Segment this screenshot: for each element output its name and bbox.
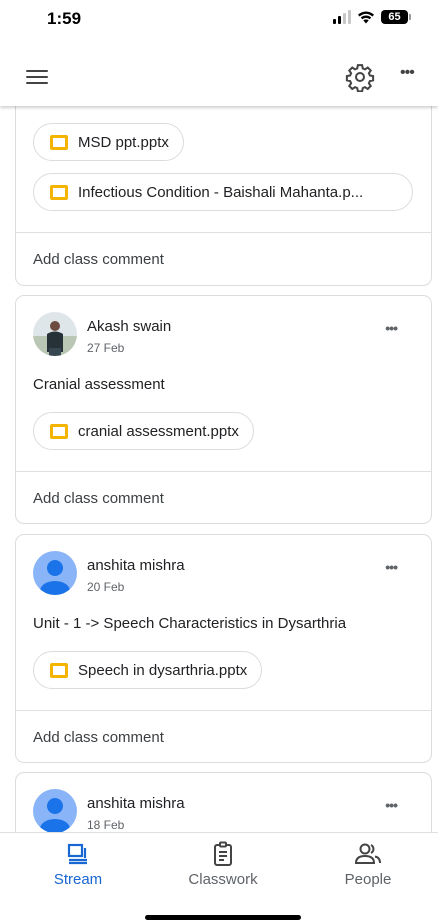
status-time: 1:59 bbox=[47, 9, 82, 28]
attachment-name: MSD ppt.pptx bbox=[78, 133, 169, 151]
status-bar: 1:59 65 bbox=[0, 0, 438, 44]
post-text: Unit - 1 -> Speech Characteristics in Dy… bbox=[33, 615, 347, 632]
status-icons: 65 bbox=[333, 10, 411, 24]
post-author: Akash swain bbox=[87, 318, 172, 335]
avatar bbox=[33, 551, 77, 595]
post-options-icon[interactable]: ••• bbox=[385, 559, 398, 575]
battery-icon: 65 bbox=[381, 10, 411, 24]
post-date: 27 Feb bbox=[87, 341, 125, 355]
nav-people[interactable]: People bbox=[313, 841, 423, 888]
post-author: anshita mishra bbox=[87, 795, 185, 812]
stream-icon bbox=[67, 843, 87, 865]
people-icon bbox=[354, 843, 381, 864]
nav-classwork[interactable]: Classwork bbox=[168, 841, 278, 888]
divider bbox=[16, 232, 431, 233]
nav-stream-label: Stream bbox=[53, 871, 103, 888]
post-date: 20 Feb bbox=[87, 580, 125, 594]
attachment-name: Infectious Condition - Baishali Mahanta.… bbox=[78, 183, 364, 201]
post-text: Cranial assessment bbox=[33, 376, 165, 393]
gear-icon[interactable] bbox=[345, 62, 375, 92]
nav-people-label: People bbox=[344, 871, 392, 888]
avatar bbox=[33, 789, 77, 832]
classwork-icon bbox=[214, 841, 232, 866]
post-card: anshita mishra 20 Feb ••• Unit - 1 -> Sp… bbox=[15, 534, 432, 763]
home-indicator bbox=[145, 915, 301, 920]
attachment-chip[interactable]: MSD ppt.pptx bbox=[33, 123, 184, 161]
nav-classwork-label: Classwork bbox=[188, 871, 258, 888]
divider bbox=[16, 471, 431, 472]
slides-icon bbox=[50, 423, 68, 439]
post-card: Akash swain 27 Feb ••• Cranial assessmen… bbox=[15, 295, 432, 524]
nav-stream[interactable]: Stream bbox=[23, 841, 133, 888]
attachment-name: Speech in dysarthria.pptx bbox=[78, 661, 248, 679]
slides-icon bbox=[50, 662, 68, 678]
add-class-comment[interactable]: Add class comment bbox=[33, 490, 164, 507]
post-author: anshita mishra bbox=[87, 557, 185, 574]
slides-icon bbox=[50, 134, 68, 150]
post-card: MSD ppt.pptx Infectious Condition - Bais… bbox=[15, 106, 432, 286]
wifi-icon bbox=[358, 11, 374, 24]
divider bbox=[16, 710, 431, 711]
post-options-icon[interactable]: ••• bbox=[385, 320, 398, 336]
menu-icon[interactable] bbox=[26, 68, 48, 86]
signal-icon bbox=[333, 10, 351, 24]
add-class-comment[interactable]: Add class comment bbox=[33, 251, 164, 268]
more-options-icon[interactable]: ••• bbox=[400, 64, 415, 82]
app-bar: ••• bbox=[0, 50, 438, 106]
attachment-name: cranial assessment.pptx bbox=[78, 422, 239, 440]
stream-feed[interactable]: MSD ppt.pptx Infectious Condition - Bais… bbox=[0, 106, 438, 832]
post-card: anshita mishra 18 Feb ••• bbox=[15, 772, 432, 832]
attachment-chip[interactable]: Speech in dysarthria.pptx bbox=[33, 651, 263, 689]
add-class-comment[interactable]: Add class comment bbox=[33, 729, 164, 746]
post-date: 18 Feb bbox=[87, 818, 125, 832]
post-options-icon[interactable]: ••• bbox=[385, 797, 398, 813]
avatar bbox=[33, 312, 77, 356]
slides-icon bbox=[50, 184, 68, 200]
attachment-chip[interactable]: cranial assessment.pptx bbox=[33, 412, 254, 450]
attachment-chip[interactable]: Infectious Condition - Baishali Mahanta.… bbox=[33, 173, 413, 211]
bottom-nav: Stream Classwork People bbox=[0, 832, 438, 922]
